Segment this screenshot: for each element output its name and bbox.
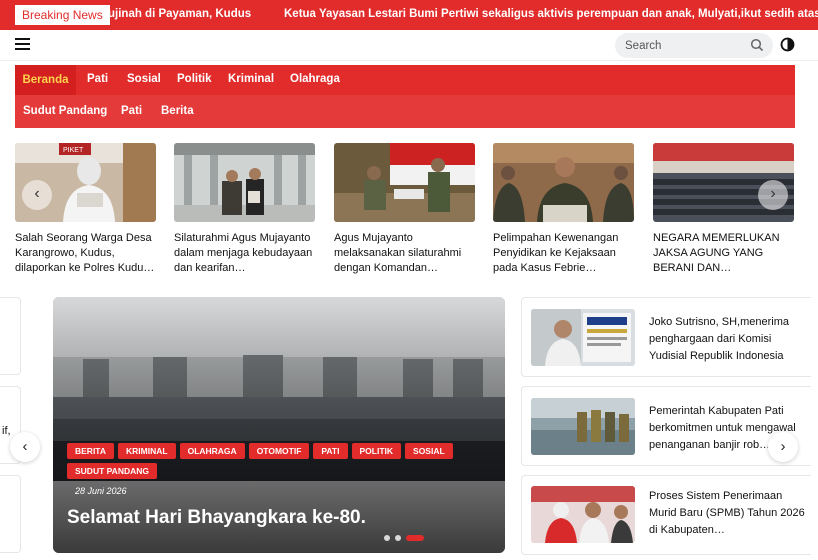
- list-item[interactable]: [0, 475, 21, 553]
- breaking-news-label: Breaking News: [15, 5, 110, 25]
- list-item[interactable]: Proses Sistem Penerimaan Murid Baru (SPMB…: [521, 475, 811, 555]
- slider-prev-button[interactable]: ‹: [10, 432, 40, 462]
- category-tag[interactable]: OLAHRAGA: [179, 443, 245, 459]
- carousel-prev-button[interactable]: ‹: [22, 180, 52, 210]
- nav-item-olahraga[interactable]: Olahraga: [290, 73, 340, 85]
- search-icon[interactable]: [750, 38, 764, 52]
- category-tag[interactable]: PATI: [313, 443, 348, 459]
- category-tag[interactable]: OTOMOTIF: [248, 443, 310, 459]
- news-card-image[interactable]: [334, 143, 475, 222]
- card-image-badge-text: PIKET: [63, 147, 84, 154]
- news-card[interactable]: NEGARA MEMERLUKAN JAKSA AGUNG YANG BERAN…: [653, 143, 794, 277]
- slider-dot-active[interactable]: [406, 534, 424, 541]
- search-box: [615, 33, 773, 58]
- list-item[interactable]: Joko Sutrisno, SH,menerima penghargaan da…: [521, 297, 811, 377]
- list-item-thumbnail[interactable]: [531, 398, 635, 455]
- news-card[interactable]: PIKET Salah Seorang Warga Desa Karangrow…: [15, 143, 156, 277]
- category-tag[interactable]: BERITA: [67, 443, 115, 459]
- category-tag[interactable]: POLITIK: [351, 443, 402, 459]
- nav-item-politik[interactable]: Politik: [177, 73, 212, 85]
- chevron-left-icon: ‹: [22, 438, 28, 455]
- news-card[interactable]: Pelimpahan Kewenangan Penyidikan ke Keja…: [493, 143, 634, 277]
- dark-mode-toggle-icon[interactable]: [780, 37, 795, 52]
- list-item[interactable]: Pemerintah Kabupaten Pati berkomitmen unt…: [521, 386, 811, 466]
- carousel-next-button[interactable]: ›: [758, 180, 788, 210]
- slider-pagination: [384, 529, 429, 541]
- list-item-title[interactable]: Joko Sutrisno, SH,menerima penghargaan da…: [649, 314, 814, 365]
- main-navigation: Beranda Pati Sosial Politik Kriminal Ola…: [15, 65, 795, 128]
- list-item-thumbnail[interactable]: [531, 309, 635, 366]
- news-card-title[interactable]: NEGARA MEMERLUKAN JAKSA AGUNG YANG BERAN…: [653, 231, 794, 277]
- breaking-news-ticker: Breaking News ujinah di Payaman, Kudus K…: [0, 0, 818, 30]
- slider-dot[interactable]: [384, 534, 390, 541]
- slider-dot[interactable]: [395, 534, 401, 541]
- list-item-text-fragment: if,: [2, 425, 11, 437]
- left-article-list-partial: if,: [0, 297, 22, 557]
- featured-slider[interactable]: BERITA KRIMINAL OLAHRAGA OTOMOTIF PATI POLITI…: [53, 297, 505, 553]
- chevron-left-icon: ‹: [34, 185, 40, 202]
- news-card-title[interactable]: Agus Mujayanto melaksanakan silaturahmi …: [334, 231, 475, 277]
- ticker-item[interactable]: Ketua Yayasan Lestari Bumi Pertiwi sekal…: [284, 8, 818, 20]
- list-item[interactable]: [0, 297, 21, 375]
- nav-item-berita[interactable]: Berita: [161, 105, 194, 117]
- nav-item-beranda[interactable]: Beranda: [15, 65, 76, 95]
- nav-item-sudut-pandang[interactable]: Sudut Pandang: [23, 105, 107, 117]
- category-tag[interactable]: SOSIAL: [405, 443, 453, 459]
- news-card[interactable]: Silaturahmi Agus Mujayanto dalam menjaga…: [174, 143, 315, 277]
- nav-item-pati[interactable]: Pati: [87, 73, 108, 85]
- category-tag[interactable]: KRIMINAL: [118, 443, 176, 459]
- slider-next-button[interactable]: ›: [768, 432, 798, 462]
- hamburger-menu-icon[interactable]: [15, 38, 30, 50]
- ticker-item[interactable]: ujinah di Payaman, Kudus: [108, 8, 251, 20]
- nav-row-secondary: Sudut Pandang Pati Berita: [15, 95, 795, 128]
- slide-title[interactable]: Selamat Hari Bhayangkara ke-80.: [67, 507, 366, 529]
- news-card-image[interactable]: [174, 143, 315, 222]
- news-card-image[interactable]: [493, 143, 634, 222]
- news-card-title[interactable]: Silaturahmi Agus Mujayanto dalam menjaga…: [174, 231, 315, 277]
- news-card-title[interactable]: Pelimpahan Kewenangan Penyidikan ke Keja…: [493, 231, 634, 277]
- nav-row-primary: Beranda Pati Sosial Politik Kriminal Ola…: [15, 65, 795, 95]
- category-tag[interactable]: SUDUT PANDANG: [67, 463, 157, 479]
- news-card-carousel: PIKET Salah Seorang Warga Desa Karangrow…: [15, 143, 805, 278]
- nav-item-pati[interactable]: Pati: [121, 105, 142, 117]
- chevron-right-icon: ›: [770, 185, 776, 202]
- news-card-title[interactable]: Salah Seorang Warga Desa Karangrowo, Kud…: [15, 231, 156, 277]
- slide-date: 28 Juni 2026: [75, 486, 127, 496]
- top-bar: [0, 30, 818, 61]
- news-card[interactable]: Agus Mujayanto melaksanakan silaturahmi …: [334, 143, 475, 277]
- list-item-title[interactable]: Proses Sistem Penerimaan Murid Baru (SPMB…: [649, 488, 814, 539]
- slider-category-tags: BERITA KRIMINAL OLAHRAGA OTOMOTIF PATI POLITI…: [67, 443, 487, 483]
- nav-item-kriminal[interactable]: Kriminal: [228, 73, 274, 85]
- search-input[interactable]: [625, 37, 745, 54]
- right-article-list: Joko Sutrisno, SH,menerima penghargaan da…: [521, 297, 818, 557]
- chevron-right-icon: ›: [780, 438, 786, 455]
- list-item-thumbnail[interactable]: [531, 486, 635, 543]
- nav-item-sosial[interactable]: Sosial: [127, 73, 161, 85]
